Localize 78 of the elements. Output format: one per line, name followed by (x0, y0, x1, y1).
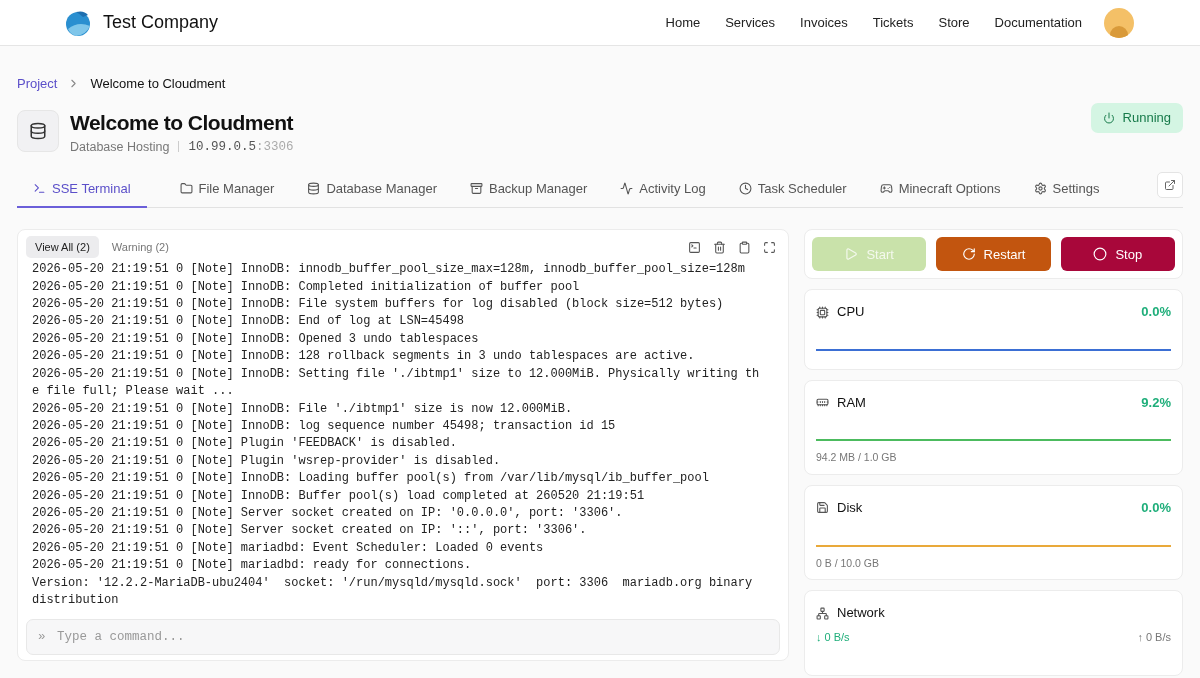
open-external-button[interactable] (1157, 172, 1183, 199)
power-icon (1102, 111, 1115, 124)
log-line: 2026-05-20 21:19:51 0 [Note] InnoDB: Opened 3 undo tablespaces (32, 330, 480, 348)
external-link-icon (1164, 179, 1176, 192)
filter-tab[interactable]: Warning (2) (102, 236, 178, 259)
clock-icon (738, 182, 752, 196)
metric-value: 0.0% (1141, 499, 1171, 517)
network-icon (816, 606, 829, 620)
metric-label: RAM (837, 393, 866, 412)
fullscreen-icon[interactable] (763, 240, 776, 254)
tab[interactable]: File Manager (179, 180, 275, 209)
breadcrumb-link[interactable]: Project (17, 74, 58, 94)
log-line: 2026-05-20 21:19:51 0 [Note] InnoDB: File './ibtmp1' size is now 12.000MiB. (32, 400, 574, 418)
trash-icon[interactable] (713, 240, 726, 254)
metric-detail: 0 B / 10.0 GB (816, 555, 881, 571)
chip-icon (816, 305, 829, 319)
log-line: 2026-05-20 21:19:51 0 [Note] InnoDB: Buffer pool(s) load completed at 260520 21:19:51 (32, 487, 646, 505)
log-line: Version: '12.2.2-MariaDB-ubu2404' socket: '/run/mysqld/mysqld.sock' port: 3306 mariadb.org binary distribution (32, 574, 754, 609)
settings-icon (1033, 182, 1047, 196)
download-rate: ↓ 0 B/s (816, 629, 850, 645)
log-line: 2026-05-20 21:19:51 0 [Note] InnoDB: File system buffers for log disabled (block size=512 bytes) (32, 296, 725, 314)
nav-link[interactable]: Home (665, 12, 701, 33)
log-line: 2026-05-20 21:19:51 0 [Note] Server socket created on IP: '::', port: '3306'. (32, 522, 588, 540)
metric-value: 9.2% (1141, 393, 1171, 412)
restart-icon (961, 247, 976, 262)
log-line: 2026-05-20 21:19:51 0 [Note] InnoDB: innodb_buffer_pool_size_max=128m, innodb_buffer_pool_size=128m (32, 261, 746, 279)
stop-icon (1093, 247, 1108, 262)
pulse-icon (620, 182, 634, 196)
company-name: Test Company (103, 11, 219, 34)
gamepad-icon (879, 182, 893, 196)
database-icon (307, 182, 321, 196)
breadcrumb-current: Welcome to Cloudment (90, 75, 226, 93)
upload-rate: ↑ 0 B/s (1137, 629, 1171, 645)
log-line: 2026-05-20 21:19:51 0 [Note] InnoDB: 128 rollback segments in 3 undo tablespaces are active. (32, 348, 696, 366)
power-action-button[interactable]: Stop (1060, 237, 1175, 272)
tab[interactable]: Backup Manager (469, 180, 588, 209)
filter-tab[interactable]: View All (2) (26, 236, 99, 259)
log-line: 2026-05-20 21:19:51 0 [Note] InnoDB: Loading buffer pool(s) from /var/lib/mysql/ib_buffer_pool (32, 470, 710, 488)
tab[interactable]: Minecraft Options (879, 180, 1001, 209)
metric-detail: 94.2 MB / 1.0 GB (816, 450, 898, 466)
tab[interactable]: Settings (1033, 180, 1100, 209)
nav-link[interactable]: Store (938, 12, 970, 33)
nav-link[interactable]: Tickets (872, 12, 914, 33)
metric-value: 0.0% (1141, 303, 1171, 322)
memory-icon (816, 396, 829, 409)
log-line: 2026-05-20 21:19:51 0 [Note] Server socket created on IP: '0.0.0.0', port: '3306'. (32, 504, 624, 522)
server-address: 10.99.0.5:3306 (188, 138, 294, 156)
log-line: 2026-05-20 21:19:51 0 [Note] InnoDB: End of log at LSN=45498 (32, 313, 466, 331)
log-line: 2026-05-20 21:19:51 0 [Note] InnoDB: log sequence number 45498; transaction id 15 (32, 417, 617, 435)
tab[interactable]: Database Manager (307, 180, 437, 209)
metric-label: Network (837, 604, 885, 623)
metric-label: Disk (837, 499, 863, 517)
prompt-symbol: » (38, 629, 46, 647)
log-line: 2026-05-20 21:19:51 0 [Note] InnoDB: Completed initialization of buffer pool (32, 278, 581, 296)
nav-link[interactable]: Services (725, 12, 776, 33)
metric-label: CPU (837, 303, 865, 322)
power-action-button[interactable]: Restart (936, 237, 1051, 272)
log-line: 2026-05-20 21:19:51 0 [Note] InnoDB: Setting file './ibtmp1' size to 12.000MiB. Physically writing the file full; Please wait ... (32, 365, 760, 401)
play-icon (844, 247, 859, 262)
tab[interactable]: SSE Terminal (17, 180, 147, 209)
nav-link[interactable]: Documentation (994, 12, 1082, 33)
nav-link[interactable]: Invoices (800, 12, 848, 33)
server-title: Welcome to Cloudment (70, 109, 294, 136)
server-type: Database Hosting (70, 138, 170, 156)
log-line: 2026-05-20 21:19:51 0 [Note] mariadbd: Event Scheduler: Loaded 0 events (32, 539, 545, 557)
log-line: 2026-05-20 21:19:51 0 [Note] mariadbd: ready for connections. (32, 557, 473, 575)
tab[interactable]: Task Scheduler (738, 180, 847, 209)
clipboard-icon[interactable] (738, 240, 751, 254)
log-line: 2026-05-20 21:19:51 0 [Note] Plugin 'FEEDBACK' is disabled. (32, 435, 458, 453)
terminal-icon[interactable] (688, 240, 701, 254)
database-icon (29, 121, 47, 140)
archive-box-icon (469, 182, 483, 196)
folder-icon (179, 182, 193, 196)
log-line: 2026-05-20 21:19:51 0 [Note] Plugin 'wsrep-provider' is disabled. (32, 452, 502, 470)
company-logo[interactable] (64, 8, 92, 37)
status-badge: Running (1090, 102, 1183, 133)
terminal-prompt-icon (33, 182, 46, 196)
tab[interactable]: Activity Log (620, 180, 706, 209)
